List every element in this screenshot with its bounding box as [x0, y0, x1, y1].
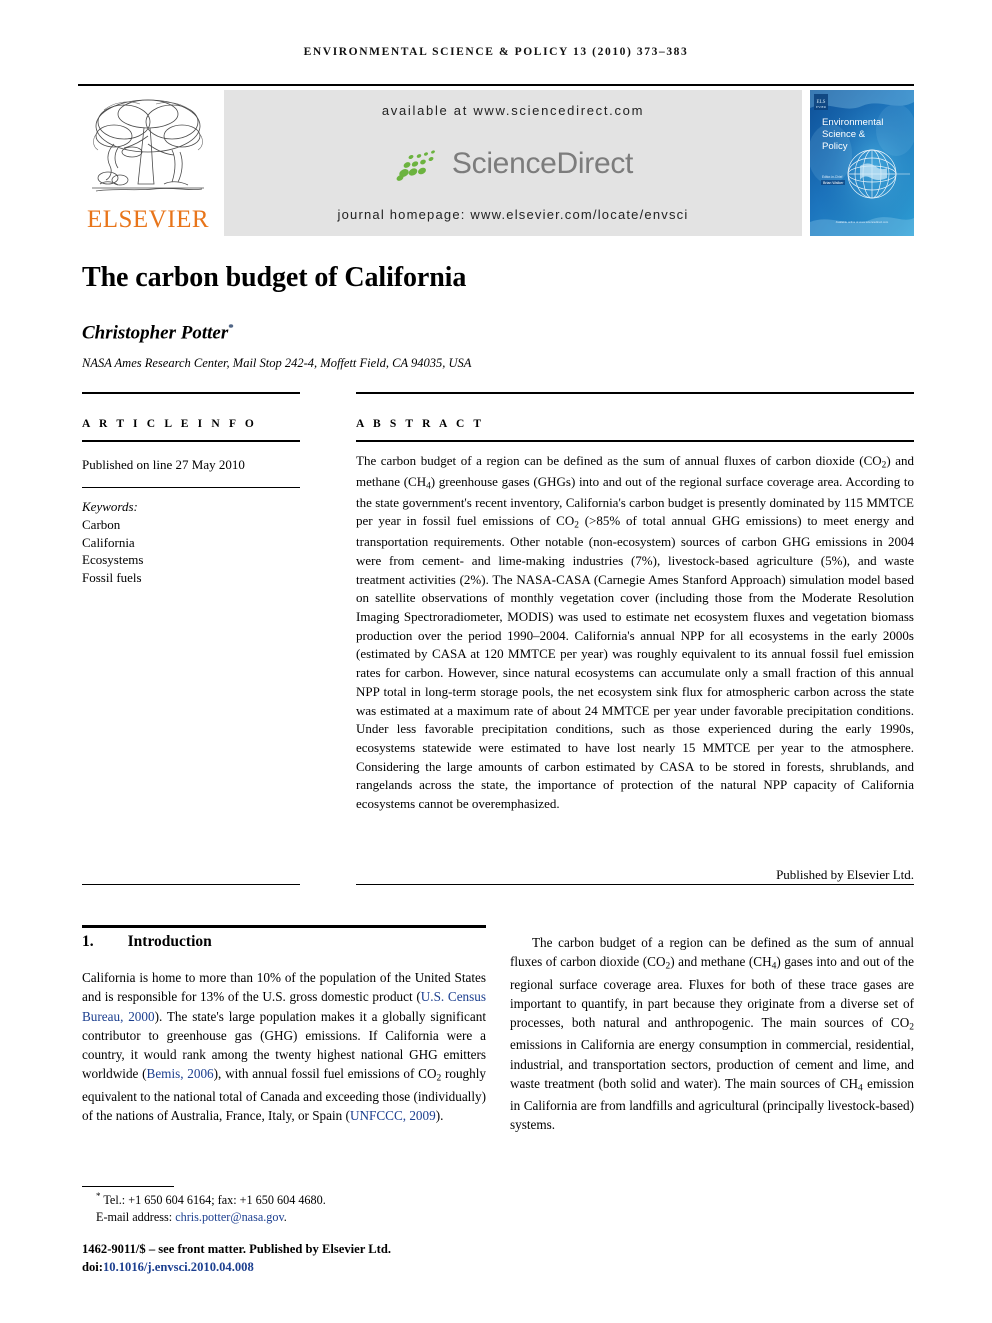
author-affiliation: NASA Ames Research Center, Mail Stop 242… [82, 356, 472, 370]
intro-column-left: California is home to more than 10% of t… [82, 970, 486, 1123]
sciencedirect-leaf-icon [396, 149, 435, 181]
keywords-heading: Keywords: [82, 499, 138, 514]
keyword-item: Ecosystems [82, 552, 144, 568]
svg-text:Editor-in-Chief: Editor-in-Chief [822, 175, 842, 179]
article-info-heading: A R T I C L E I N F O [82, 418, 257, 430]
article-info-bottom-rule [82, 884, 300, 885]
svg-text:Available online at www.scienc: Available online at www.sciencedirect.co… [836, 220, 889, 224]
svg-text:Brian Walker: Brian Walker [823, 181, 844, 185]
publication-date: Published on line 27 May 2010 [82, 457, 245, 472]
article-info-top-rule [82, 392, 300, 394]
sciencedirect-logo: ScienceDirect [393, 147, 633, 181]
section-heading: 1. Introduction [82, 933, 212, 951]
article-info-rule [82, 440, 300, 442]
author-name: Christopher Potter* [82, 322, 234, 344]
masthead: ELSEVIER available at www.sciencedirect.… [78, 90, 914, 236]
svg-text:EVIER: EVIER [816, 105, 827, 109]
doi-line: doi:10.1016/j.envsci.2010.04.008 [82, 1258, 512, 1276]
footnote-mark: * [96, 1191, 101, 1201]
section-title: Introduction [127, 933, 212, 950]
elsevier-wordmark: ELSEVIER [86, 206, 210, 233]
elsevier-logo: ELSEVIER [78, 90, 218, 236]
journal-article-page: ENVIRONMENTAL SCIENCE & POLICY 13 (2010)… [0, 0, 992, 1323]
email-link[interactable]: chris.potter@nasa.gov [175, 1210, 284, 1224]
keywords-block: Keywords: Carbon California Ecosystems F… [82, 498, 143, 587]
doi-link[interactable]: 10.1016/j.envsci.2010.04.008 [103, 1260, 254, 1274]
issn-front-matter: 1462-9011/$ – see front matter. Publishe… [82, 1242, 392, 1256]
footnote-rule [82, 1186, 174, 1187]
keyword-item: California [82, 534, 135, 550]
footnote-tel-fax: Tel.: +1 650 604 6164; fax: +1 650 604 4… [103, 1193, 326, 1208]
masthead-top-rule [78, 84, 914, 86]
footnote-email-line: E-mail address: chris.potter@nasa.gov. [96, 1210, 287, 1225]
svg-text:Policy: Policy [822, 141, 848, 152]
doi-label: doi: [82, 1260, 103, 1275]
keyword-item: Carbon [82, 516, 121, 532]
intro-column-right: The carbon budget of a region can be def… [510, 935, 914, 1133]
sciencedirect-wordmark: ScienceDirect [451, 146, 634, 180]
journal-cover-art: ELS EVIER Environmental Science & Policy [810, 90, 914, 236]
section-number: 1. [82, 933, 94, 950]
abstract-top-rule [356, 392, 914, 394]
abstract-rule [356, 440, 914, 442]
running-head: ENVIRONMENTAL SCIENCE & POLICY 13 (2010)… [303, 46, 689, 58]
article-info-divider [82, 487, 300, 488]
page-title: The carbon budget of California [82, 262, 467, 293]
keyword-item: Fossil fuels [82, 570, 142, 586]
journal-cover-thumbnail: ELS EVIER Environmental Science & Policy [810, 90, 914, 236]
svg-text:Science &: Science & [822, 129, 866, 140]
imprint-block: 1462-9011/$ – see front matter. Publishe… [82, 1240, 512, 1277]
abstract-heading: A B S T R A C T [356, 418, 485, 430]
journal-homepage-text: journal homepage: www.elsevier.com/locat… [337, 207, 689, 222]
corresponding-author-mark: * [228, 322, 234, 334]
sciencedirect-banner: available at www.sciencedirect.com Scien… [224, 90, 802, 236]
author-label: Christopher Potter [82, 322, 229, 344]
svg-text:Environmental: Environmental [822, 117, 883, 128]
abstract-text: The carbon budget of a region can be def… [356, 453, 914, 812]
elsevier-tree-icon [92, 99, 204, 192]
available-at-text: available at www.sciencedirect.com [381, 103, 645, 118]
section-rule [82, 925, 486, 928]
abstract-signature: Published by Elsevier Ltd. [776, 867, 914, 882]
email-label: E-mail address: [96, 1210, 173, 1225]
footnote-contact: * Tel.: +1 650 604 6164; fax: +1 650 604… [82, 1190, 502, 1209]
abstract-bottom-rule [356, 884, 914, 885]
footnote-block: * Tel.: +1 650 604 6164; fax: +1 650 604… [82, 1190, 502, 1227]
